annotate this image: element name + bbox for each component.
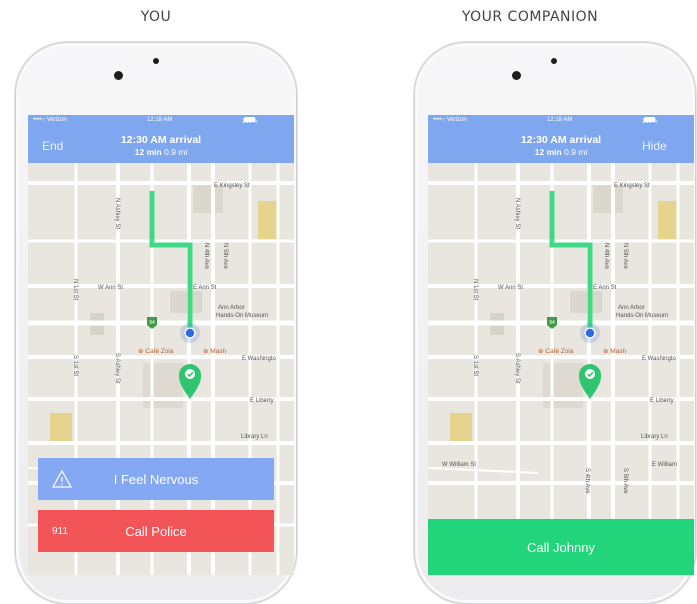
carrier-text: ••••○ Verizon	[33, 117, 67, 123]
street-label: S 1st St	[72, 355, 78, 376]
street-label: S 1st St	[472, 355, 478, 376]
street-label: W Ann St	[98, 285, 123, 291]
poi-label: Ann Arbor	[218, 305, 245, 311]
call-johnny-button[interactable]: Call Johnny	[428, 519, 694, 575]
speaker	[153, 58, 159, 64]
camera	[114, 71, 123, 80]
svg-text:94: 94	[549, 320, 555, 326]
street-label: N Ashley St	[114, 198, 120, 229]
street-label: N 4th Ave	[603, 243, 609, 270]
street-label: Library Ln	[241, 434, 268, 440]
street-label: E Ann St	[593, 285, 617, 291]
carrier-text: ••••○ Verizon	[433, 117, 467, 123]
street-label: W Ann St	[498, 285, 523, 291]
street-label: S Ashley St	[514, 353, 520, 384]
call-johnny-label: Call Johnny	[527, 539, 595, 555]
street-label: N 5th Ave	[222, 243, 228, 270]
street-label: Library Ln	[641, 434, 668, 440]
screen-companion: ••••○ Verizon 12:18 AM 100% 12:30 AM arr…	[428, 115, 694, 575]
emergency-number: 911	[52, 525, 68, 537]
hide-button[interactable]: Hide	[642, 139, 667, 153]
status-bar: ••••○ Verizon 12:18 AM 100%	[28, 115, 294, 127]
poi-label: Hands-On Museum	[216, 313, 268, 319]
feel-nervous-label: I Feel Nervous	[113, 471, 199, 487]
street-label: S 4th Ave	[584, 468, 590, 494]
current-location-icon	[180, 323, 200, 343]
nav-bar: 12:30 AM arrival 12 min 0.9 mi Hide	[428, 127, 694, 163]
call-police-label: Call Police	[125, 523, 187, 539]
street-label: N 5th Ave	[622, 243, 628, 270]
map-view[interactable]: E Kingsley St N Ashley St N 4th Ave N 5t…	[428, 163, 694, 575]
street-label: S 5th Ave	[622, 468, 628, 494]
status-time: 12:18 AM	[547, 117, 573, 123]
camera	[512, 71, 521, 80]
nav-bar: End 12:30 AM arrival 12 min 0.9 mi	[28, 127, 294, 163]
battery-text: 100%	[642, 117, 658, 125]
poi-label: Hands-On Museum	[616, 313, 668, 319]
street-label: E Liberty	[250, 398, 274, 404]
street-label: E Kingsley St	[214, 183, 250, 189]
street-label: E Washingto	[242, 356, 276, 362]
street-label: E Kingsley St	[614, 183, 650, 189]
poi-label: ⊕ Café Zola	[538, 348, 574, 355]
poi-label: Ann Arbor	[618, 305, 645, 311]
speaker	[551, 58, 557, 64]
call-police-button[interactable]: 911 Call Police	[38, 510, 274, 552]
warning-icon	[52, 458, 72, 500]
svg-text:94: 94	[149, 320, 155, 326]
status-bar: ••••○ Verizon 12:18 AM 100%	[428, 115, 694, 127]
street-label: E Ann St	[193, 285, 217, 291]
feel-nervous-button[interactable]: I Feel Nervous	[38, 458, 274, 500]
poi-label: ⊕ Mash	[603, 348, 627, 355]
street-label: E William	[652, 462, 677, 468]
status-time: 12:18 AM	[147, 117, 173, 123]
trip-summary: 12 min 0.9 mi	[134, 147, 188, 157]
label-you: YOU	[140, 9, 172, 25]
current-location-icon	[580, 323, 600, 343]
street-label: S Ashley St	[114, 353, 120, 384]
street-label: E Liberty	[650, 398, 674, 404]
label-companion: YOUR COMPANION	[461, 9, 599, 25]
street-label: N 4th Ave	[203, 243, 209, 270]
poi-label: ⊕ Mash	[203, 348, 227, 355]
street-label: N Ashley St	[514, 198, 520, 229]
poi-label: ⊕ Café Zola	[138, 348, 174, 355]
arrival-title: 12:30 AM arrival	[120, 134, 202, 146]
street-label: E Washingto	[642, 356, 676, 362]
street-label: N 1st St	[72, 279, 78, 301]
street-label: W William St	[442, 462, 476, 468]
street-label: N 1st St	[472, 279, 478, 301]
screen-you: ••••○ Verizon 12:18 AM 100% End 12:30 AM…	[28, 115, 294, 575]
battery-text: 100%	[242, 117, 258, 125]
